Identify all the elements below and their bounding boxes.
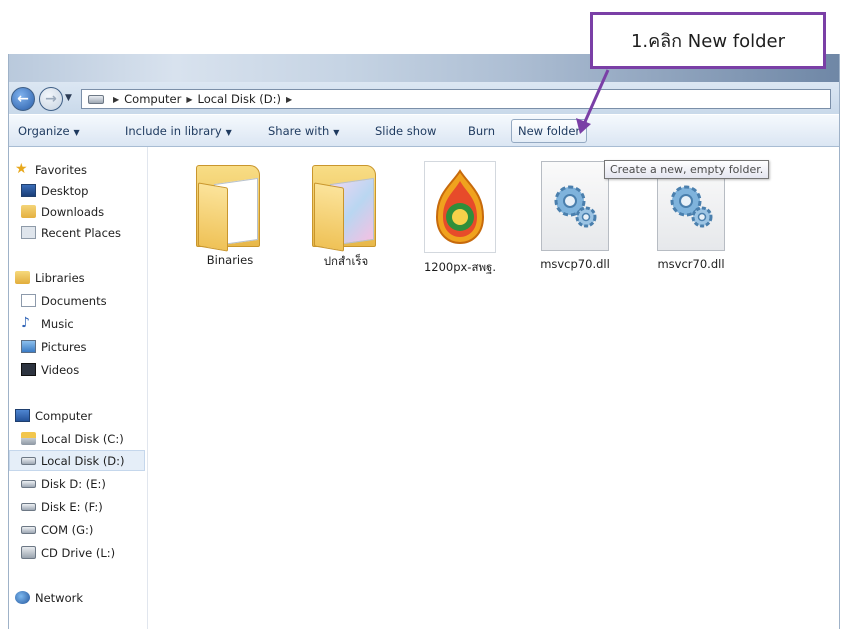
sidebar-item-recent-places[interactable]: Recent Places: [21, 222, 157, 243]
pictures-icon: [21, 340, 36, 353]
chevron-down-icon: ▼: [225, 128, 232, 137]
videos-icon: [21, 363, 36, 376]
address-bar[interactable]: ▶ Computer ▶ Local Disk (D:) ▶: [81, 89, 831, 109]
computer-icon: [15, 409, 30, 422]
breadcrumb-computer[interactable]: Computer: [124, 92, 181, 106]
star-icon: ★: [15, 161, 28, 177]
sidebar-item-disk-f[interactable]: Disk E: (F:): [21, 496, 157, 517]
new-folder-button[interactable]: New folder: [511, 119, 588, 143]
file-item-msvcr70[interactable]: msvcr70.dll: [641, 161, 741, 281]
sidebar-item-videos[interactable]: Videos: [21, 359, 157, 380]
sidebar-item-music[interactable]: ♪ Music: [21, 313, 157, 334]
music-icon: ♪: [21, 315, 30, 331]
sidebar-item-com-g[interactable]: COM (G:): [21, 519, 157, 540]
network-icon: [15, 591, 30, 604]
forward-button[interactable]: →: [39, 87, 63, 111]
navigation-bar: ← → ▼ ▶ Computer ▶ Local Disk (D:) ▶: [9, 82, 839, 114]
chevron-down-icon: ▼: [73, 128, 80, 137]
recent-places-icon: [21, 226, 36, 239]
file-name: msvcr70.dll: [657, 257, 725, 271]
drive-icon: [21, 502, 36, 511]
sidebar-item-network[interactable]: Network: [15, 587, 151, 608]
dll-file-icon: [541, 161, 609, 251]
back-arrow-icon: ←: [17, 91, 29, 107]
folder-icon: [310, 165, 382, 252]
new-folder-tooltip: Create a new, empty folder.: [604, 160, 770, 179]
chevron-down-icon: ▼: [333, 128, 340, 137]
file-name: ปกสำเร็จ: [323, 254, 369, 268]
file-name: msvcp70.dll: [540, 257, 610, 271]
sidebar-item-computer[interactable]: Computer: [15, 405, 151, 426]
sidebar-item-downloads[interactable]: Downloads: [21, 201, 157, 222]
sidebar-item-cd-drive-l[interactable]: CD Drive (L:): [21, 542, 157, 563]
sidebar-item-documents[interactable]: Documents: [21, 290, 157, 311]
include-in-library-button[interactable]: Include in library ▼: [125, 121, 232, 141]
file-item-msvcp70[interactable]: msvcp70.dll: [525, 161, 625, 281]
chevron-right-icon[interactable]: ▶: [286, 95, 292, 104]
navigation-pane: ★ Favorites Desktop Downloads Recent Pla…: [9, 147, 148, 629]
file-item-seal-image[interactable]: 1200px-สพฐ.: [410, 161, 510, 281]
share-with-button[interactable]: Share with ▼: [268, 121, 339, 141]
forward-arrow-icon: →: [45, 91, 57, 107]
organize-button[interactable]: Organize ▼: [18, 121, 80, 141]
drive-icon: [88, 94, 104, 104]
chevron-right-icon[interactable]: ▶: [113, 95, 119, 104]
sidebar-item-favorites[interactable]: ★ Favorites: [15, 159, 151, 180]
sidebar-item-libraries[interactable]: Libraries: [15, 267, 151, 288]
explorer-window: ← → ▼ ▶ Computer ▶ Local Disk (D:) ▶ Org…: [8, 54, 840, 629]
sidebar-item-local-disk-d[interactable]: Local Disk (D:): [9, 450, 145, 471]
downloads-icon: [21, 205, 36, 218]
file-name: 1200px-สพฐ.: [423, 260, 497, 274]
recent-pages-dropdown[interactable]: ▼: [65, 93, 72, 103]
system-drive-icon: [21, 432, 36, 445]
file-item-binaries[interactable]: Binaries: [180, 161, 280, 281]
sidebar-item-disk-e[interactable]: Disk D: (E:): [21, 473, 157, 494]
chevron-right-icon[interactable]: ▶: [186, 95, 192, 104]
sidebar-item-desktop[interactable]: Desktop: [21, 180, 157, 201]
command-bar: Organize ▼ Include in library ▼ Share with…: [9, 115, 839, 147]
desktop-icon: [21, 184, 36, 197]
sidebar-item-pictures[interactable]: Pictures: [21, 336, 157, 357]
sidebar-item-local-disk-c[interactable]: Local Disk (C:): [21, 428, 157, 449]
file-item-cover[interactable]: ปกสำเร็จ: [296, 161, 396, 281]
folder-icon: [194, 165, 266, 252]
back-button[interactable]: ←: [11, 87, 35, 111]
drive-icon: [21, 456, 36, 465]
cd-drive-icon: [21, 546, 36, 559]
documents-icon: [21, 294, 36, 307]
burn-button[interactable]: Burn: [468, 121, 495, 141]
drive-icon: [21, 479, 36, 488]
drive-icon: [21, 525, 36, 534]
slide-show-button[interactable]: Slide show: [375, 121, 436, 141]
instruction-callout: 1.คลิก New folder: [590, 12, 826, 69]
file-name: Binaries: [206, 253, 254, 267]
file-list: Binaries ปกสำเร็จ 1200px-สพฐ. msvcp70.dl…: [148, 147, 838, 629]
breadcrumb-local-disk-d[interactable]: Local Disk (D:): [197, 92, 281, 106]
libraries-icon: [15, 271, 30, 284]
image-file-icon: [424, 161, 496, 253]
